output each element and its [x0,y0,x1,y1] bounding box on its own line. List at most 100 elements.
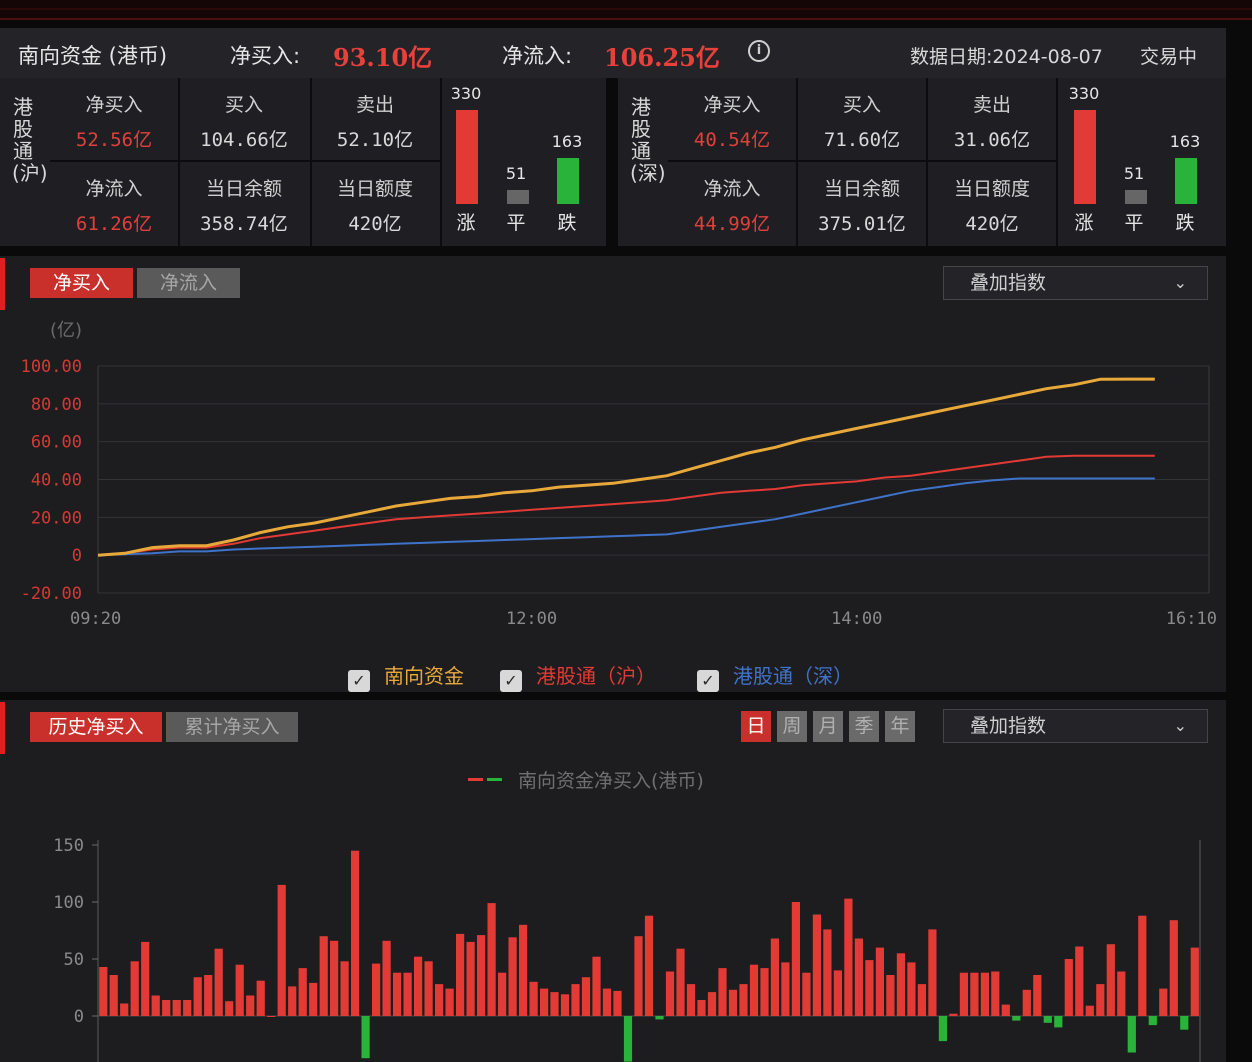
y-tick-label: -20.00 [21,584,82,604]
history-overlay-dropdown[interactable]: 叠加指数 ⌄ [943,709,1208,743]
southbound-header: 南向资金 (港币) 净买入: 93.10亿 净流入: 106.25亿 数据日期:… [0,28,1226,78]
sh-up-bar [456,110,478,204]
sh-net-inflow: 净流入 61.26亿 [75,178,153,235]
sh-down-label: 跌 [557,212,577,234]
period-day[interactable]: 日 [741,711,771,742]
bar [980,972,989,1016]
checkbox-icon: ✓ [348,670,370,692]
bar [1190,947,1199,1016]
bar [382,940,391,1016]
bar [560,994,570,1016]
tab-net-buy[interactable]: 净买入 [30,268,133,298]
bar [1148,1016,1157,1026]
bar [770,938,779,1016]
bar [403,972,412,1016]
overlay-index-dropdown[interactable]: 叠加指数 ⌄ [943,266,1208,300]
bar [309,982,318,1016]
bar [581,977,591,1016]
bar [1127,1016,1136,1053]
intraday-line-chart: 100.00 80.00 60.00 40.00 20.00 0 -20.00 09:20 12… [21,357,1217,629]
bar [550,992,559,1016]
bar [886,975,895,1016]
sz-up-label: 涨 [1074,212,1094,234]
y-tick-label: 80.00 [31,395,82,415]
bar [204,975,213,1016]
bar [823,929,832,1016]
bar [529,981,538,1016]
checkbox-icon: ✓ [500,670,522,692]
header-title: 南向资金 (港币) [18,44,168,68]
net-inflow-value: 106.25亿 [604,43,720,72]
legend-red-dash [468,778,483,781]
sz-net-inflow: 净流入 44.99亿 [693,178,771,235]
legend-sh-connect[interactable]: ✓ 港股通（沪） [500,660,656,692]
bar [707,992,717,1016]
net-inflow-label: 净流入: [502,44,573,68]
sh-connect-label: 港股通(沪) [12,95,48,185]
tab-history-net-buy[interactable]: 历史净买入 [30,712,162,742]
bar [235,964,244,1016]
info-icon[interactable]: i [748,40,770,62]
bar [298,968,307,1016]
checkbox-icon: ✓ [697,670,719,692]
x-tick-label: 14:00 [831,609,882,629]
bar [393,972,402,1016]
sh-down-count: 163 [551,132,583,151]
x-tick-label: 16:10 [1166,609,1217,629]
bar [791,902,800,1016]
sh-down-bar [557,158,579,204]
bar [802,972,811,1016]
period-year[interactable]: 年 [885,711,915,742]
period-month[interactable]: 月 [813,711,843,742]
bar [1180,1016,1189,1030]
bar [1159,988,1168,1016]
bar [120,1003,129,1016]
net-buy-value: 93.10亿 [333,43,433,72]
bar [109,975,118,1016]
bar [477,935,486,1016]
bar [256,980,265,1016]
bar [917,984,926,1016]
bar [655,1016,664,1020]
bar [697,1000,706,1016]
sh-connect-panel: 港股通(沪) 净买入 52.56亿 买入 104.66亿 卖出 52.10亿 净流入 6… [0,78,606,246]
period-quarter[interactable]: 季 [849,711,879,742]
sh-flat-label: 平 [506,212,526,234]
bar [193,977,202,1016]
tab-net-inflow[interactable]: 净流入 [137,268,240,298]
sz-up-count: 330 [1068,84,1100,103]
sz-down-bar [1175,158,1197,204]
y-tick-label: 0 [72,546,82,566]
chevron-down-icon: ⌄ [1173,716,1187,735]
legend-sz-connect[interactable]: ✓ 港股通（深） [697,660,853,692]
legend-southbound[interactable]: ✓ 南向资金 [348,660,464,692]
bar [938,1016,947,1042]
bar [330,940,339,1016]
bar [676,948,685,1016]
tab-cumulative-net-buy[interactable]: 累计净买入 [166,712,298,742]
sz-connect-panel: 港股通(深) 净买入 40.54亿 买入 71.60亿 卖出 31.06亿 净流入 44… [618,78,1226,246]
bar [686,984,696,1016]
history-legend: 南向资金净买入(港币) [468,766,704,793]
bar [1169,920,1178,1016]
bar [361,1016,370,1059]
bar [519,924,528,1016]
sz-flat-bar [1125,190,1147,204]
series-line-1 [97,454,1155,557]
bar [214,948,223,1016]
bar [602,988,612,1016]
bar-y-tick-label: 50 [64,950,84,970]
bar [592,956,601,1016]
bar [130,961,139,1016]
sh-net-buy: 净买入 52.56亿 [75,94,153,151]
bar [1054,1016,1063,1028]
bar [183,1000,192,1016]
legend-green-dash [487,778,502,781]
bar [865,960,874,1016]
y-tick-label: 60.00 [31,433,82,453]
period-week[interactable]: 周 [777,711,807,742]
bar [959,972,968,1016]
overlay-index-label: 叠加指数 [970,272,1047,294]
bar [1033,975,1042,1016]
sh-flat-bar [507,190,529,204]
